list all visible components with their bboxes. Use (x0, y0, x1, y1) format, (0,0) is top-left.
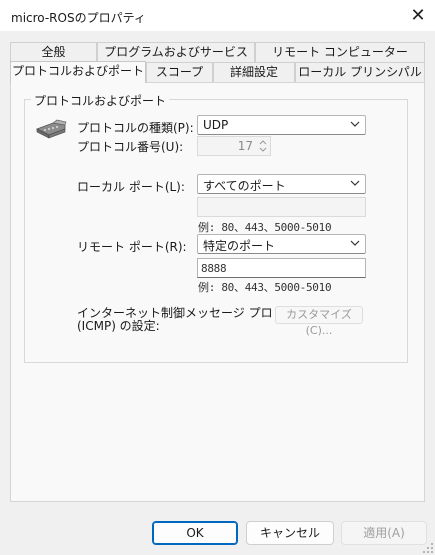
local-port-hint: 例: 80、443、5000-5010 (198, 221, 332, 234)
chevron-down-icon (350, 180, 360, 186)
tab-remote-computer[interactable]: リモート コンピューター (255, 42, 425, 62)
tab-protocols-ports[interactable]: プロトコルおよびポート (10, 61, 146, 83)
tab-label: ローカル プリンシパル (298, 65, 422, 79)
local-port-input[interactable] (197, 197, 366, 217)
tab-label: スコープ (155, 65, 204, 79)
tab-label: 詳細設定 (229, 65, 278, 79)
protocol-type-label: プロトコルの種類(P): (77, 121, 194, 135)
resize-grip-icon[interactable] (422, 542, 434, 554)
protocol-number-value: 17 (237, 139, 253, 153)
local-port-value: すべてのポート (203, 179, 286, 193)
close-icon: ✕ (410, 5, 426, 26)
network-connector-icon (35, 117, 69, 139)
icmp-label: インターネット制御メッセージ プロトコル (ICMP) の設定: (77, 307, 309, 333)
protocol-number-spinner[interactable]: 17 (197, 136, 271, 156)
protocol-number-label: プロトコル番号(U): (77, 140, 184, 154)
tab-label: リモート コンピューター (272, 45, 408, 59)
apply-button[interactable]: 適用(A) (341, 521, 427, 545)
local-port-label: ローカル ポート(L): (77, 180, 185, 194)
tab-advanced[interactable]: 詳細設定 (213, 62, 295, 82)
close-button[interactable]: ✕ (402, 1, 434, 31)
group-title: プロトコルおよびポート (31, 92, 170, 109)
tab-label: 全般 (41, 45, 66, 59)
window-title: micro-ROSのプロパティ (11, 11, 146, 25)
tab-scope[interactable]: スコープ (146, 62, 213, 82)
protocol-type-select[interactable]: UDP (197, 115, 366, 135)
tab-general[interactable]: 全般 (10, 42, 97, 62)
customize-button[interactable]: カスタマイズ(C)... (275, 306, 363, 337)
tab-label: プロトコルおよびポート (11, 64, 144, 78)
icmp-label-line2: (ICMP) の設定: (77, 319, 160, 333)
protocol-type-value: UDP (203, 118, 229, 132)
remote-port-hint: 例: 80、443、5000-5010 (198, 281, 332, 294)
tab-label: プログラムおよびサービス (104, 45, 248, 59)
remote-port-select[interactable]: 特定のポート (197, 234, 366, 254)
tab-programs-services[interactable]: プログラムおよびサービス (97, 42, 255, 62)
remote-port-label: リモート ポート(R): (77, 240, 187, 254)
tab-local-principals[interactable]: ローカル プリンシパル (295, 62, 425, 82)
remote-port-input-value: 8888 (201, 262, 227, 275)
chevron-down-icon (350, 121, 360, 127)
chevron-down-icon (350, 240, 360, 246)
cancel-button[interactable]: キャンセル (246, 521, 334, 545)
remote-port-input[interactable]: 8888 (197, 258, 366, 278)
remote-port-value: 特定のポート (203, 239, 276, 253)
local-port-select[interactable]: すべてのポート (197, 174, 366, 194)
ok-button[interactable]: OK (152, 521, 238, 545)
spinner-arrows-icon[interactable] (257, 138, 269, 154)
